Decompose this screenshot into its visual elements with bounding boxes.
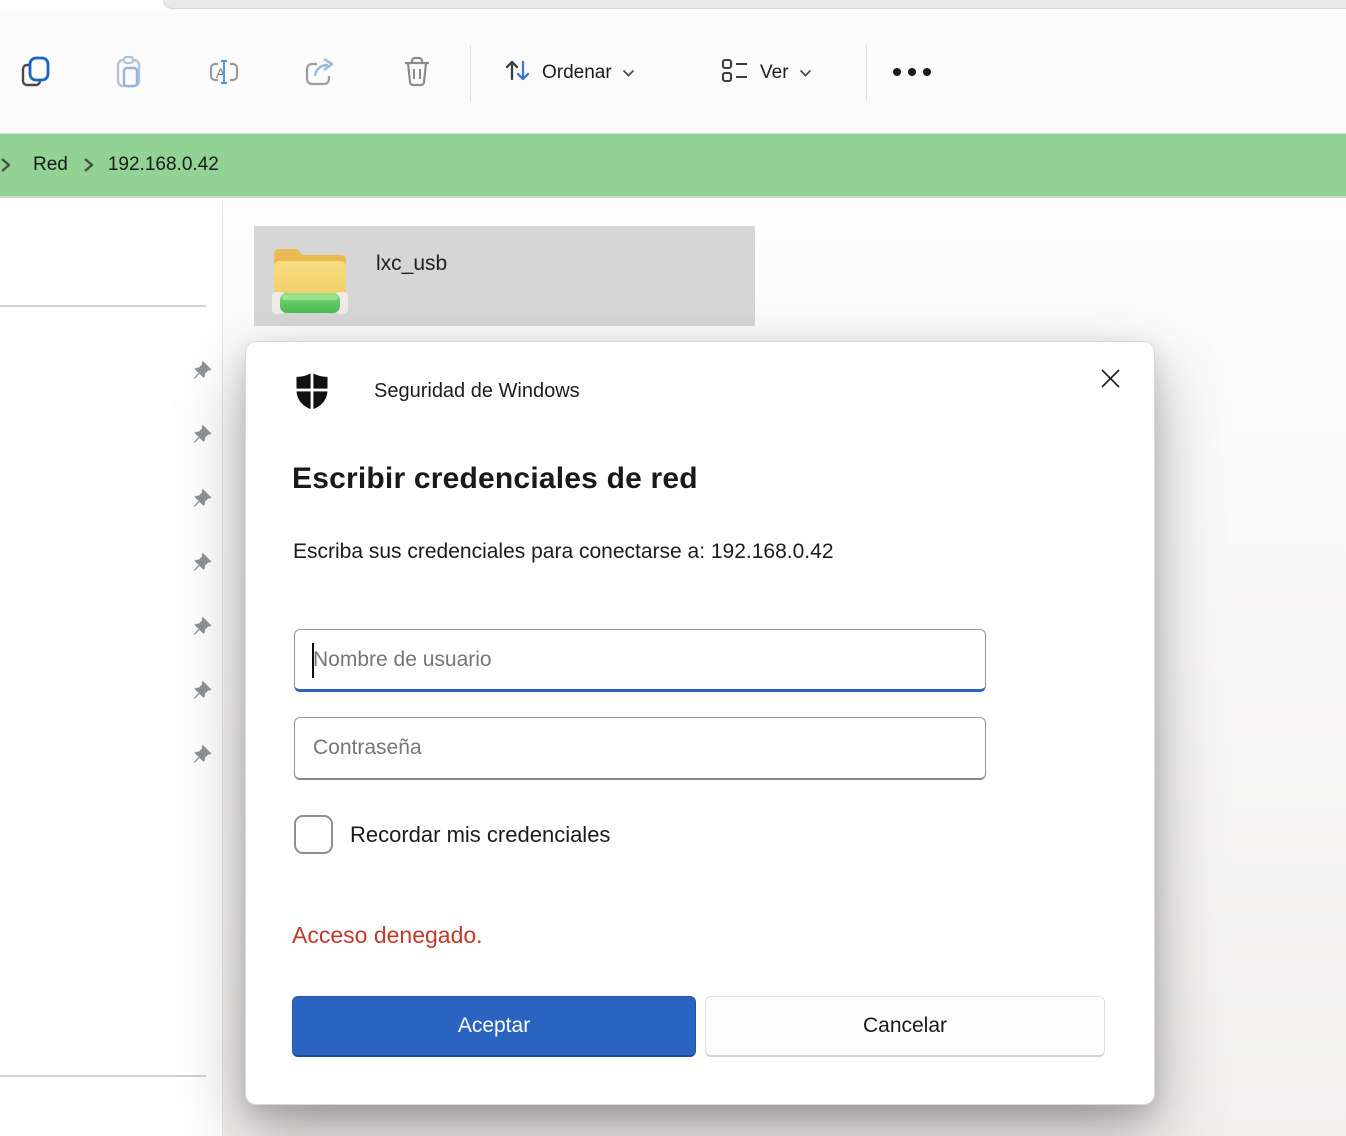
more-options-icon: [891, 66, 933, 81]
sort-icon: [502, 55, 532, 91]
navigation-sidebar: [0, 200, 222, 1136]
remember-credentials-label: Recordar mis credenciales: [350, 822, 610, 848]
windows-security-dialog: Seguridad de Windows Escribir credencial…: [245, 341, 1155, 1105]
remember-credentials-row[interactable]: Recordar mis credenciales: [294, 815, 610, 854]
view-label: Ver: [760, 62, 789, 84]
access-denied-error: Acceso denegado.: [292, 922, 483, 949]
share-button[interactable]: [298, 51, 342, 95]
password-input[interactable]: [294, 717, 986, 780]
network-folder-icon: [268, 234, 352, 325]
view-icon: [720, 56, 750, 90]
close-icon: [1099, 367, 1122, 393]
delete-button[interactable]: [395, 51, 439, 95]
paste-icon: [111, 54, 147, 93]
pin-icon[interactable]: [188, 550, 214, 576]
file-name: lxc_usb: [376, 252, 447, 276]
share-icon: [301, 54, 339, 93]
toolbar: A: [0, 9, 1346, 133]
toolbar-divider: [470, 45, 471, 101]
paste-button[interactable]: [107, 51, 151, 95]
pin-icon[interactable]: [188, 678, 214, 704]
chevron-down-icon: [799, 62, 812, 84]
tab-bottom-edge: [163, 0, 1346, 9]
dialog-app-title: Seguridad de Windows: [374, 380, 580, 403]
breadcrumb-item-red[interactable]: Red: [25, 148, 76, 182]
chevron-right-icon: [76, 157, 100, 173]
more-options-button[interactable]: [890, 51, 934, 95]
address-bar: Red 192.168.0.42: [0, 133, 1346, 198]
toolbar-divider: [866, 45, 867, 101]
sort-button[interactable]: Ordenar: [492, 47, 645, 99]
breadcrumb-item-host[interactable]: 192.168.0.42: [100, 148, 227, 182]
copy-button[interactable]: [15, 51, 59, 95]
tab-strip: [0, 0, 1346, 9]
sidebar-divider: [0, 1075, 206, 1077]
username-input[interactable]: [294, 629, 986, 692]
remember-credentials-checkbox[interactable]: [294, 815, 333, 854]
text-caret: [312, 643, 314, 678]
chevron-right-icon: [0, 157, 17, 173]
pin-icon[interactable]: [188, 742, 214, 768]
view-button[interactable]: Ver: [710, 47, 822, 99]
cancel-button[interactable]: Cancelar: [705, 996, 1105, 1057]
accept-button[interactable]: Aceptar: [292, 996, 696, 1057]
pin-icon[interactable]: [188, 358, 214, 384]
pin-icon[interactable]: [188, 422, 214, 448]
sidebar-divider: [0, 305, 206, 307]
dialog-title: Escribir credenciales de red: [292, 462, 698, 496]
trash-icon: [399, 54, 435, 93]
chevron-down-icon: [622, 62, 635, 84]
close-button[interactable]: [1088, 358, 1132, 402]
windows-security-shield-icon: [294, 371, 330, 416]
rename-button[interactable]: A: [203, 51, 247, 95]
pin-icon[interactable]: [188, 614, 214, 640]
rename-icon: A: [206, 54, 244, 93]
copy-icon: [19, 54, 55, 93]
sort-label: Ordenar: [542, 62, 612, 84]
pin-icon[interactable]: [188, 486, 214, 512]
file-row-lxc-usb[interactable]: lxc_usb: [254, 226, 755, 326]
dialog-subtitle: Escriba sus credenciales para conectarse…: [293, 540, 834, 564]
